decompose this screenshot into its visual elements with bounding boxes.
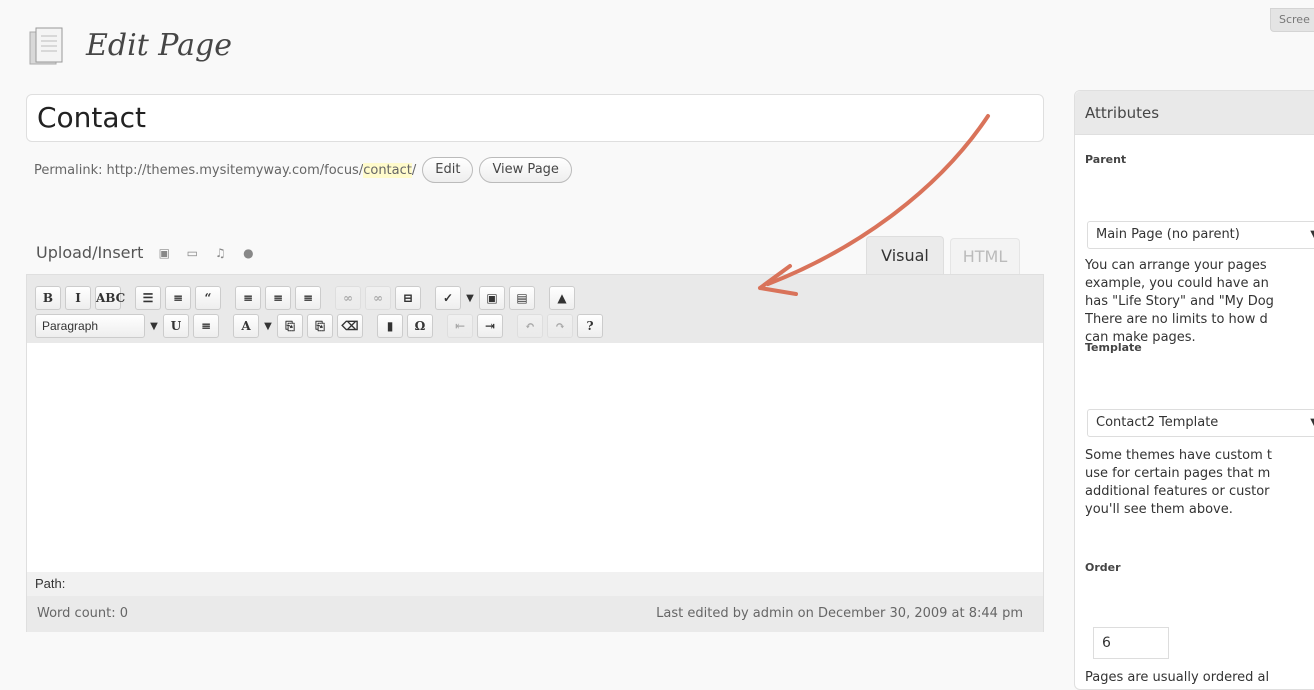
screen-options-tab[interactable]: Scree bbox=[1270, 8, 1314, 32]
paste-word-button[interactable]: ⎘ bbox=[307, 314, 333, 338]
permalink-trailing: / bbox=[411, 162, 417, 178]
align-center-button[interactable]: ≡ bbox=[265, 286, 291, 310]
help-line: You can arrange your pages bbox=[1085, 258, 1267, 273]
annotation-arrow bbox=[758, 114, 990, 296]
page-title: Edit Page bbox=[86, 28, 232, 63]
help-line: you'll see them above. bbox=[1085, 502, 1233, 517]
help-line: has "Life Story" and "My Dog bbox=[1085, 294, 1274, 309]
help-button[interactable]: ? bbox=[577, 314, 603, 338]
align-left-button[interactable]: ≡ bbox=[235, 286, 261, 310]
outdent-button[interactable]: ⇤ bbox=[447, 314, 473, 338]
numbered-list-button[interactable]: ≡ bbox=[165, 286, 191, 310]
view-page-button[interactable]: View Page bbox=[479, 157, 572, 183]
redo-button[interactable]: ↷ bbox=[547, 314, 573, 338]
permalink-base: http://themes.mysitemyway.com/focus/ bbox=[106, 162, 364, 178]
help-line: There are no limits to how d bbox=[1085, 312, 1268, 327]
permalink-row: Permalink: http://themes.mysitemyway.com… bbox=[34, 155, 572, 185]
editor-path: Path: bbox=[27, 572, 1043, 596]
toolbar-row-2: Paragraph ▼ U ≡ A ▼ ⎘ ⎘ ⌫ ▮ Ω ⇤ ⇥ ↶ ↷? bbox=[35, 313, 607, 339]
blockquote-button[interactable]: “ bbox=[195, 286, 221, 310]
bullet-list-button[interactable]: ☰ bbox=[135, 286, 161, 310]
undo-button[interactable]: ↶ bbox=[517, 314, 543, 338]
editor-body[interactable] bbox=[27, 343, 1043, 572]
fullscreen-button[interactable]: ▣ bbox=[479, 286, 505, 310]
insert-media-button[interactable]: ▮ bbox=[377, 314, 403, 338]
word-count: Word count: 0 bbox=[37, 606, 129, 621]
chevron-down-icon[interactable]: ▼ bbox=[263, 321, 273, 332]
more-tag-button[interactable]: ⊟ bbox=[395, 286, 421, 310]
italic-button[interactable]: I bbox=[65, 286, 91, 310]
permalink-slug[interactable]: contact bbox=[363, 162, 412, 178]
paste-text-button[interactable]: ⎘ bbox=[277, 314, 303, 338]
help-line: additional features or custor bbox=[1085, 484, 1270, 499]
spellcheck-button[interactable]: ✓ bbox=[435, 286, 461, 310]
text-color-button[interactable]: A bbox=[233, 314, 259, 338]
toolbar-row-1: B I ABC ☰ ≡ “≡ ≡ ≡ ∞ ∞ ⊟ ✓ ▼ ▣ ▤ ▲ bbox=[35, 285, 579, 311]
video-icon[interactable]: ▭ bbox=[185, 247, 199, 259]
chevron-down-icon: ▼ bbox=[1310, 410, 1314, 436]
chevron-down-icon: ▼ bbox=[1310, 222, 1314, 248]
attributes-panel: Attributes Parent Main Page (no parent) … bbox=[1074, 90, 1314, 690]
media-buttons: Upload/Insert ▣ ▭ ♫ ● bbox=[36, 243, 255, 262]
template-label: Template bbox=[1085, 341, 1142, 354]
order-input[interactable]: 6 bbox=[1093, 627, 1169, 659]
upload-insert-label: Upload/Insert bbox=[36, 243, 144, 262]
align-right-button[interactable]: ≡ bbox=[295, 286, 321, 310]
attributes-header[interactable]: Attributes bbox=[1075, 91, 1314, 135]
audio-icon[interactable]: ♫ bbox=[213, 247, 227, 259]
edit-permalink-button[interactable]: Edit bbox=[422, 157, 474, 183]
custom-button[interactable]: ▲ bbox=[549, 286, 575, 310]
parent-select-value: Main Page (no parent) bbox=[1096, 227, 1240, 242]
order-help: Pages are usually ordered al bbox=[1085, 670, 1270, 685]
template-select-value: Contact2 Template bbox=[1096, 415, 1219, 430]
editor-status-bar: Word count: 0 Last edited by admin on De… bbox=[27, 596, 1043, 632]
special-char-button[interactable]: Ω bbox=[407, 314, 433, 338]
pages-icon bbox=[29, 27, 63, 65]
last-edited: Last edited by admin on December 30, 200… bbox=[656, 606, 1023, 621]
bold-button[interactable]: B bbox=[35, 286, 61, 310]
remove-format-button[interactable]: ⌫ bbox=[337, 314, 363, 338]
chevron-down-icon[interactable]: ▼ bbox=[149, 321, 159, 332]
help-line: use for certain pages that m bbox=[1085, 466, 1271, 481]
content-editor: B I ABC ☰ ≡ “≡ ≡ ≡ ∞ ∞ ⊟ ✓ ▼ ▣ ▤ ▲ Paragraph ▼ U ≡ A ▼ ⎘ ⎘ ⌫ ▮… bbox=[26, 274, 1044, 632]
indent-button[interactable]: ⇥ bbox=[477, 314, 503, 338]
unlink-button[interactable]: ∞ bbox=[365, 286, 391, 310]
strikethrough-button[interactable]: ABC bbox=[95, 286, 125, 310]
help-line: Some themes have custom t bbox=[1085, 448, 1273, 463]
help-line: example, you could have an bbox=[1085, 276, 1269, 291]
parent-select[interactable]: Main Page (no parent) ▼ bbox=[1087, 221, 1314, 249]
image-icon[interactable]: ▣ bbox=[157, 247, 171, 259]
underline-button[interactable]: U bbox=[163, 314, 189, 338]
format-select[interactable]: Paragraph bbox=[35, 314, 145, 338]
template-select[interactable]: Contact2 Template ▼ bbox=[1087, 409, 1314, 437]
permalink-label: Permalink: bbox=[34, 162, 103, 178]
link-button[interactable]: ∞ bbox=[335, 286, 361, 310]
justify-button[interactable]: ≡ bbox=[193, 314, 219, 338]
kitchen-sink-button[interactable]: ▤ bbox=[509, 286, 535, 310]
media-icon[interactable]: ● bbox=[241, 247, 255, 259]
order-label: Order bbox=[1085, 561, 1121, 574]
parent-label: Parent bbox=[1085, 153, 1127, 166]
chevron-down-icon[interactable]: ▼ bbox=[465, 293, 475, 304]
